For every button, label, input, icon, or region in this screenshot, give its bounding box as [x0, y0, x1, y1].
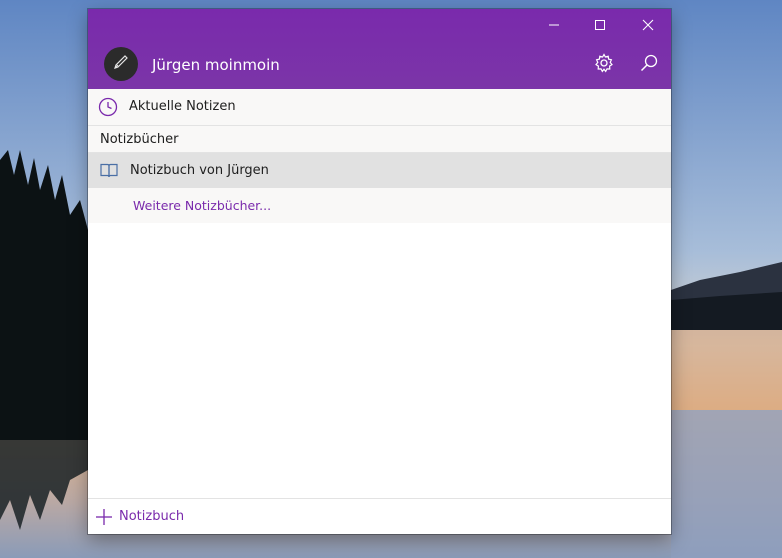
- book-icon: [100, 163, 118, 182]
- more-notebooks-link[interactable]: Weitere Notizbücher...: [133, 198, 271, 213]
- settings-button[interactable]: [592, 53, 616, 77]
- close-button[interactable]: [625, 9, 671, 41]
- clock-icon: [98, 97, 118, 121]
- minimize-icon: [548, 16, 560, 35]
- search-icon: [639, 53, 659, 77]
- title-bar: Jürgen moinmoin: [88, 9, 671, 89]
- maximize-button[interactable]: [577, 9, 623, 41]
- recent-notes-item[interactable]: Aktuelle Notizen: [88, 89, 671, 126]
- close-icon: [642, 16, 654, 35]
- recent-notes-label: Aktuelle Notizen: [129, 99, 236, 114]
- avatar[interactable]: [104, 47, 138, 81]
- notebooks-section-header: Notizbücher: [88, 126, 671, 153]
- minimize-button[interactable]: [531, 9, 577, 41]
- maximize-icon: [594, 16, 606, 35]
- onenote-window: Jürgen moinmoin Aktuelle Notizen Notizbü…: [88, 9, 671, 534]
- notebook-item[interactable]: Notizbuch von Jürgen: [88, 153, 671, 188]
- gear-icon: [594, 53, 614, 77]
- search-button[interactable]: [637, 53, 661, 77]
- add-notebook-button[interactable]: Notizbuch: [88, 498, 671, 534]
- notebook-label: Notizbuch von Jürgen: [130, 163, 269, 178]
- account-name[interactable]: Jürgen moinmoin: [152, 56, 280, 74]
- add-notebook-label: Notizbuch: [119, 509, 185, 524]
- section-title: Notizbücher: [100, 132, 179, 147]
- pen-icon: [112, 53, 130, 75]
- more-notebooks-row: Weitere Notizbücher...: [88, 188, 671, 223]
- plus-icon: [96, 509, 112, 529]
